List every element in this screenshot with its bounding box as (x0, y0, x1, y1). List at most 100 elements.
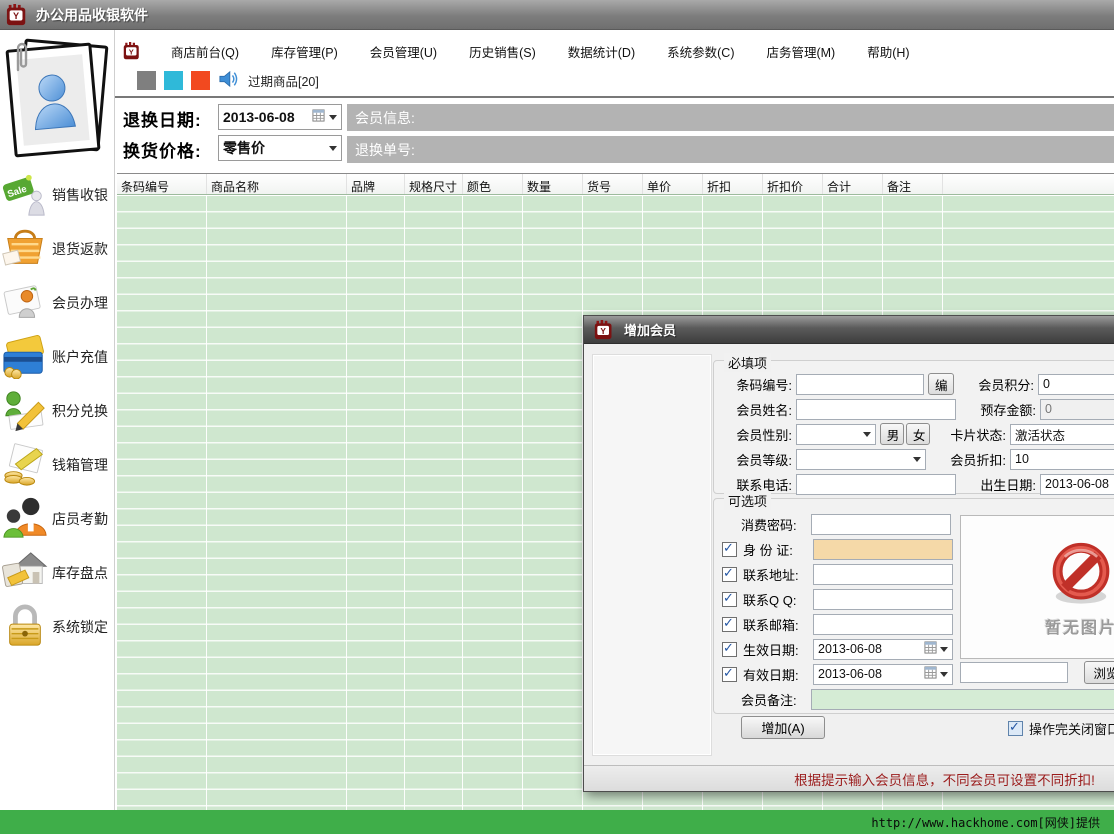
points-value[interactable]: 0 (1038, 374, 1114, 395)
male-button[interactable]: 男 (880, 423, 904, 445)
column-header[interactable]: 颜色 (463, 174, 523, 194)
column-header[interactable]: 品牌 (347, 174, 405, 194)
female-button[interactable]: 女 (906, 423, 930, 445)
member-name-label: 会员姓名: (714, 400, 792, 419)
menu-item-inventory[interactable]: 库存管理(P) (269, 40, 340, 63)
return-date-value: 2013-06-08 (223, 109, 308, 125)
card-status-value[interactable]: 激活状态 (1010, 424, 1114, 445)
member-level-select[interactable] (796, 449, 926, 470)
photo-path-input[interactable] (960, 662, 1068, 683)
birth-date-value[interactable]: 2013-06-08 (1040, 474, 1114, 495)
menu-item-history[interactable]: 历史销售(S) (467, 40, 538, 63)
member-name-input[interactable] (796, 399, 956, 420)
effective-date-label: 生效日期: (743, 640, 809, 659)
column-header[interactable]: 折扣价 (763, 174, 823, 194)
column-header[interactable]: 条码编号 (117, 174, 207, 194)
sidebar-item-label: 会员办理 (52, 293, 108, 313)
qq-checkbox[interactable] (722, 592, 737, 607)
sidebar-item-sales[interactable]: Sale 销售收银 (0, 168, 115, 222)
menu-item-store-mgmt[interactable]: 店务管理(M) (764, 40, 837, 63)
phone-input[interactable] (796, 474, 956, 495)
id-card-label: 身 份 证: (743, 540, 809, 559)
column-header[interactable]: 规格尺寸 (405, 174, 463, 194)
points-pencil-icon (2, 387, 48, 436)
svg-text:Y: Y (600, 325, 606, 335)
sidebar-item-label: 钱箱管理 (52, 455, 108, 475)
optional-legend: 可选项 (724, 491, 771, 510)
close-after-done-label: 操作完关闭窗口 (1029, 719, 1114, 738)
dropdown-arrow-icon (329, 146, 337, 151)
email-input[interactable] (813, 614, 953, 635)
footer-credit-text: http://www.hackhome.com[网侠]提供 (871, 814, 1100, 831)
column-header[interactable]: 合计 (823, 174, 883, 194)
dropdown-arrow-icon (329, 115, 337, 120)
svg-text:Y: Y (129, 47, 134, 56)
dialog-title: 增加会员 (624, 320, 676, 339)
member-card-icon (2, 279, 48, 328)
gender-label: 会员性别: (714, 425, 792, 444)
dropdown-arrow-icon (913, 457, 921, 462)
calendar-icon (924, 666, 937, 682)
return-order-label: 退换单号: (355, 140, 415, 160)
sidebar-item-label: 销售收银 (52, 185, 108, 205)
exchange-price-select[interactable]: 零售价 (218, 135, 342, 161)
menu-item-storefront[interactable]: 商店前台(Q) (169, 40, 241, 63)
optional-group: 可选项 消费密码: 身 份 证: 联系地址: 联系Q Q: (713, 498, 1114, 714)
calendar-icon (924, 641, 937, 657)
close-after-done-checkbox[interactable] (1008, 721, 1023, 736)
dialog-titlebar[interactable]: Y 增加会员 (584, 316, 1114, 344)
browse-button[interactable]: 浏览 (1084, 661, 1114, 684)
footer-bar: http://www.hackhome.com[网侠]提供 (0, 810, 1114, 834)
column-header[interactable]: 商品名称 (207, 174, 347, 194)
member-level-label: 会员等级: (714, 450, 792, 469)
app-logo (6, 38, 108, 156)
sidebar-item-label: 库存盘点 (52, 563, 108, 583)
sidebar-item-label: 账户充值 (52, 347, 108, 367)
remark-input[interactable] (811, 689, 1114, 710)
address-checkbox[interactable] (722, 567, 737, 582)
column-header[interactable]: 备注 (883, 174, 943, 194)
email-checkbox[interactable] (722, 617, 737, 632)
expiry-date-picker[interactable]: 2013-06-08 (813, 664, 953, 685)
sale-tag-icon: Sale (2, 171, 48, 220)
add-member-button[interactable]: 增加(A) (741, 716, 825, 739)
edit-barcode-button[interactable]: 编 (928, 373, 954, 395)
menu-item-members[interactable]: 会员管理(U) (368, 40, 439, 63)
sidebar-item-returns[interactable]: 退货返款 (0, 222, 115, 276)
qq-input[interactable] (813, 589, 953, 610)
dropdown-arrow-icon (940, 647, 948, 652)
id-card-checkbox[interactable] (722, 542, 737, 557)
gender-select[interactable] (796, 424, 876, 445)
sidebar-item-membership[interactable]: 会员办理 (0, 276, 115, 330)
sidebar-item-stocktake[interactable]: 库存盘点 (0, 546, 115, 600)
sidebar-item-attendance[interactable]: 店员考勤 (0, 492, 115, 546)
barcode-input[interactable] (796, 374, 924, 395)
password-input[interactable] (811, 514, 951, 535)
expired-goods-alert[interactable]: 过期商品[20] (248, 71, 319, 90)
effective-date-picker[interactable]: 2013-06-08 (813, 639, 953, 660)
menu-item-help[interactable]: 帮助(H) (865, 40, 911, 63)
sidebar-item-cashbox[interactable]: 钱箱管理 (0, 438, 115, 492)
dropdown-arrow-icon (863, 432, 871, 437)
remark-label: 会员备注: (741, 690, 807, 709)
menu-item-statistics[interactable]: 数据统计(D) (566, 40, 637, 63)
column-header[interactable]: 折扣 (703, 174, 763, 194)
member-info-label: 会员信息: (355, 108, 415, 128)
address-input[interactable] (813, 564, 953, 585)
inventory-house-icon (2, 549, 48, 598)
column-header[interactable]: 数量 (523, 174, 583, 194)
return-date-picker[interactable]: 2013-06-08 (218, 104, 342, 130)
member-discount-value[interactable]: 10 (1010, 449, 1114, 470)
sidebar-item-points[interactable]: 积分兑换 (0, 384, 115, 438)
no-image-text: 暂无图片 (1045, 614, 1114, 638)
menu-item-system[interactable]: 系统参数(C) (665, 40, 736, 63)
expiry-date-checkbox[interactable] (722, 667, 737, 682)
column-header[interactable]: 单价 (643, 174, 703, 194)
sidebar-item-lock[interactable]: 系统锁定 (0, 600, 115, 654)
sidebar-item-recharge[interactable]: 账户充值 (0, 330, 115, 384)
id-card-input[interactable] (813, 539, 953, 560)
legend-square-gray (137, 71, 156, 90)
effective-date-checkbox[interactable] (722, 642, 737, 657)
window-titlebar[interactable]: Y 办公用品收银软件 (0, 0, 1114, 30)
column-header[interactable]: 货号 (583, 174, 643, 194)
